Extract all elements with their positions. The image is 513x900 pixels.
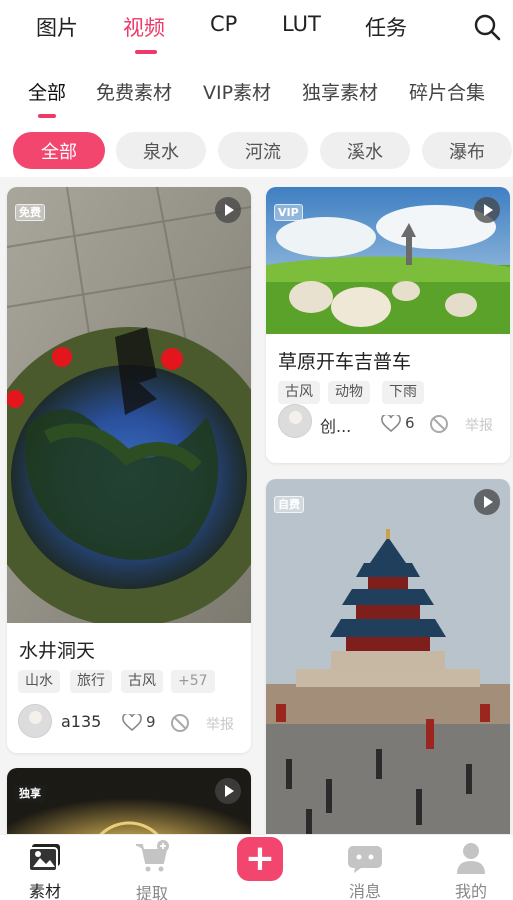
heart-icon[interactable]: [122, 714, 142, 732]
tag: 古风: [278, 381, 320, 404]
video-card-grassland[interactable]: VIP 草原开车吉普车 古风 动物 下雨 创... 6 举报: [266, 187, 510, 463]
play-icon[interactable]: [215, 778, 241, 804]
subtab-free[interactable]: 免费素材: [96, 78, 172, 105]
tab-images[interactable]: 图片: [36, 12, 78, 42]
free-badge: 免费: [15, 204, 45, 221]
subtab-fragments[interactable]: 碎片合集: [409, 78, 485, 105]
subtab-all[interactable]: 全部: [28, 78, 66, 105]
plus-icon: +: [244, 838, 276, 879]
tag: 动物: [328, 381, 370, 404]
card-title: 水井洞天: [19, 640, 96, 662]
heart-icon[interactable]: [381, 415, 401, 433]
card-title: 草原开车吉普车: [278, 351, 412, 373]
tag: 下雨: [382, 381, 424, 404]
chip-waterfall[interactable]: 瀑布: [422, 132, 512, 169]
like-count: 9: [146, 713, 156, 731]
tab-tasks[interactable]: 任务: [365, 12, 407, 42]
block-icon[interactable]: [429, 414, 449, 434]
profile-icon: [457, 843, 485, 874]
active-subtab-indicator: [38, 114, 56, 118]
video-card-exclusive[interactable]: 独享: [7, 768, 251, 837]
author-name[interactable]: 创...: [320, 413, 351, 437]
materials-icon: [28, 844, 60, 872]
avatar[interactable]: [278, 404, 312, 438]
nav-extract[interactable]: 提取: [112, 835, 192, 900]
video-card-temple[interactable]: 自费: [266, 479, 510, 837]
exclusive-badge: 独享: [15, 785, 45, 802]
play-icon[interactable]: [215, 197, 241, 223]
tab-lut[interactable]: LUT: [282, 12, 321, 36]
video-thumbnail[interactable]: [7, 768, 251, 837]
tab-videos[interactable]: 视频: [123, 12, 165, 42]
vip-badge: VIP: [274, 204, 303, 221]
like-count: 6: [405, 414, 415, 432]
block-icon[interactable]: [170, 713, 190, 733]
video-feed: 免费 水井洞天 山水 旅行 古风 +57 a135 9 举报 VIP 草原开车吉…: [0, 177, 513, 837]
subtab-exclusive[interactable]: 独享素材: [302, 78, 378, 105]
nav-profile[interactable]: 我的: [431, 835, 511, 900]
play-icon[interactable]: [474, 489, 500, 515]
chip-river[interactable]: 河流: [218, 132, 308, 169]
video-card-well[interactable]: 免费 水井洞天 山水 旅行 古风 +57 a135 9 举报: [7, 187, 251, 753]
tag: 旅行: [70, 670, 112, 693]
avatar[interactable]: [18, 704, 52, 738]
more-tags[interactable]: +57: [171, 670, 215, 693]
report-link[interactable]: 举报: [465, 415, 493, 435]
nav-label: 我的: [454, 882, 487, 900]
nav-label: 消息: [348, 882, 381, 900]
subtab-vip[interactable]: VIP素材: [203, 78, 271, 105]
report-link[interactable]: 举报: [206, 714, 234, 734]
tag: 古风: [121, 670, 163, 693]
self-pay-badge: 自费: [274, 496, 304, 513]
message-icon: [348, 846, 382, 873]
cart-plus-icon: [136, 840, 169, 872]
play-icon[interactable]: [474, 197, 500, 223]
nav-label: 提取: [135, 884, 168, 900]
video-thumbnail[interactable]: [266, 479, 510, 837]
author-name[interactable]: a135: [61, 712, 101, 731]
chip-all[interactable]: 全部: [13, 132, 105, 169]
search-icon[interactable]: [472, 12, 502, 42]
nav-messages[interactable]: 消息: [325, 835, 405, 900]
tag: 山水: [18, 670, 60, 693]
create-button[interactable]: +: [237, 837, 283, 881]
top-category-tabs: 图片 视频 CP LUT 任务: [0, 0, 513, 60]
video-thumbnail[interactable]: [7, 187, 251, 623]
chip-stream[interactable]: 溪水: [320, 132, 410, 169]
active-tab-indicator: [135, 50, 157, 54]
chip-spring[interactable]: 泉水: [116, 132, 206, 169]
nav-materials[interactable]: 素材: [5, 835, 85, 900]
tab-cp[interactable]: CP: [210, 12, 237, 36]
nav-label: 素材: [28, 882, 61, 900]
